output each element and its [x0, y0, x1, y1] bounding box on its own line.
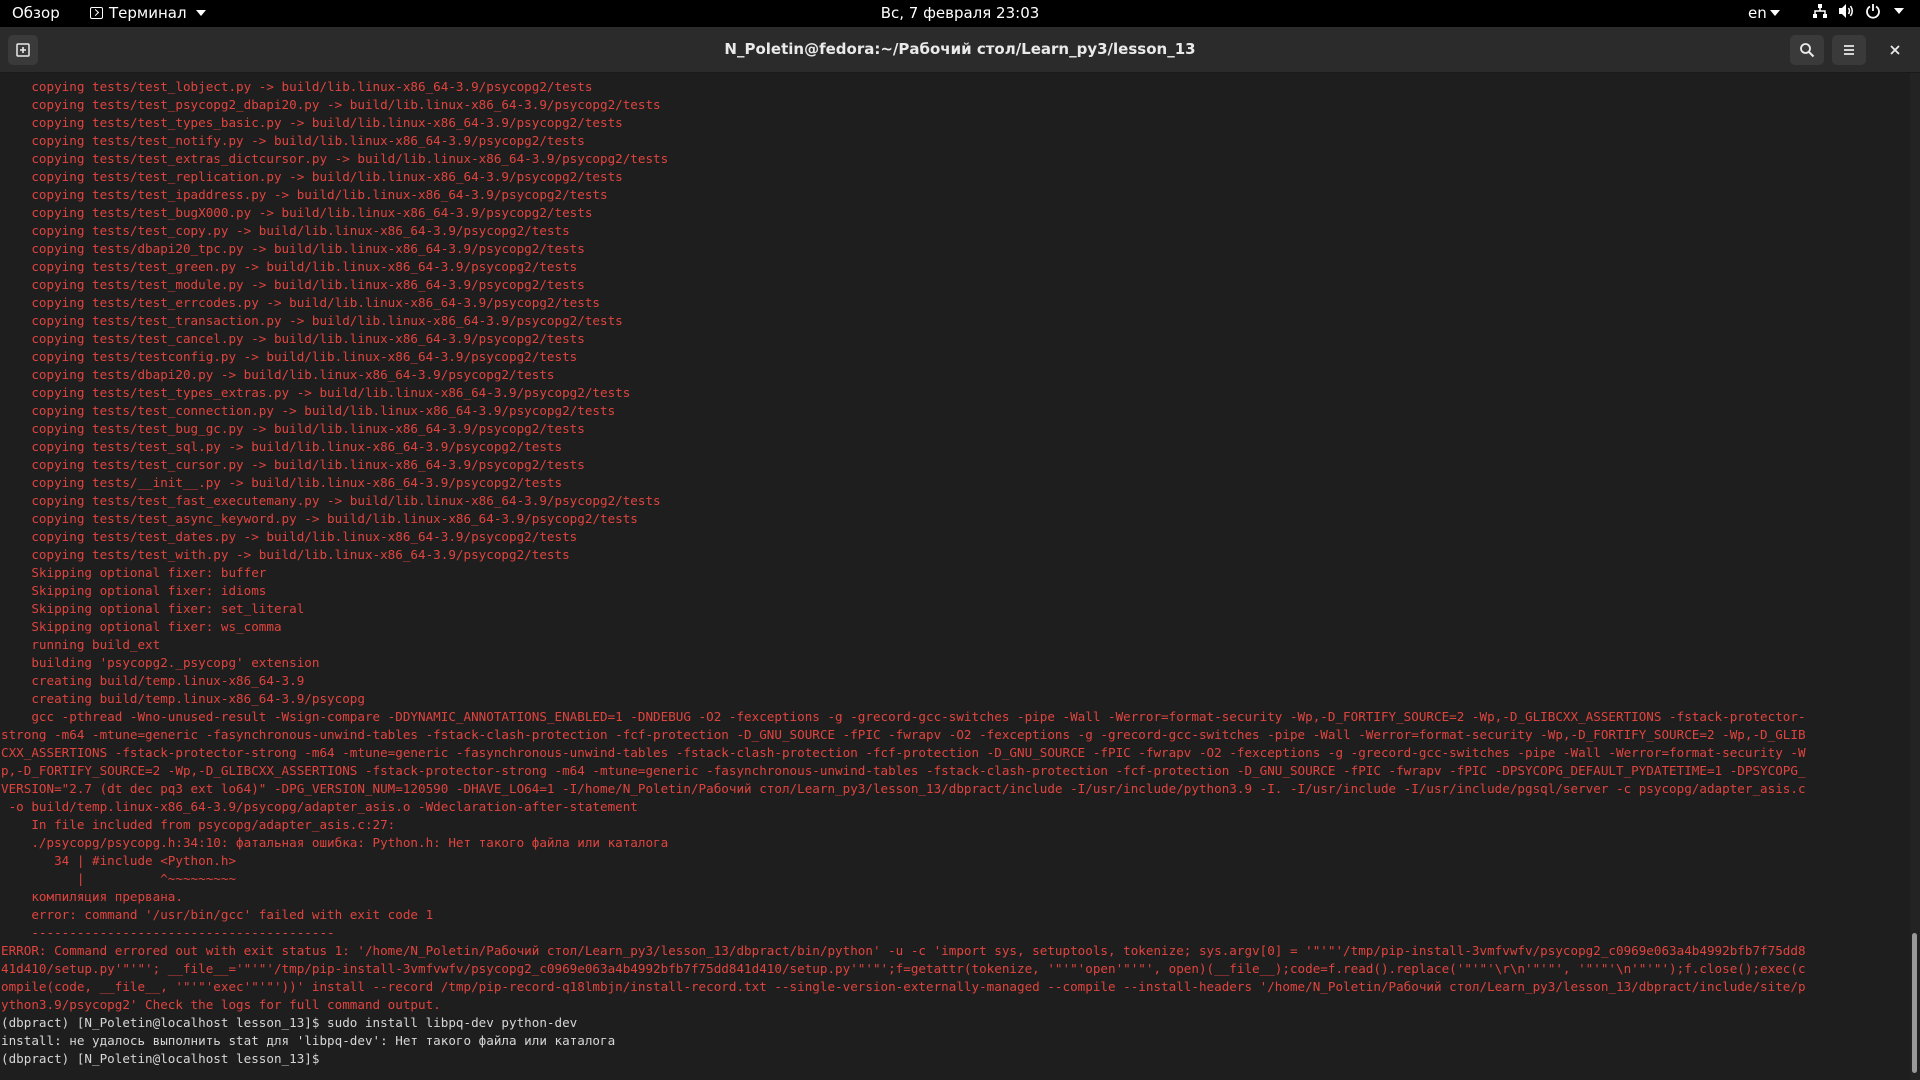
terminal-line: copying tests/test_module.py -> build/li… [1, 277, 585, 292]
terminal-line: copying tests/test_bug_gc.py -> build/li… [1, 421, 585, 436]
terminal-line: copying tests/testconfig.py -> build/lib… [1, 349, 578, 364]
terminal-line: (dbpract) [N_Poletin@localhost lesson_13… [1, 1015, 578, 1030]
terminal-line: copying tests/test_types_extras.py -> bu… [1, 385, 631, 400]
terminal-line: copying tests/test_lobject.py -> build/l… [1, 79, 593, 94]
search-icon [1800, 43, 1815, 58]
power-icon [1866, 4, 1880, 19]
volume-icon [1839, 4, 1853, 18]
terminal-line: Skipping optional fixer: ws_comma [1, 619, 282, 634]
terminal-line: ./psycopg/psycopg.h:34:10: фатальная оши… [1, 835, 669, 850]
terminal-line: building 'psycopg2._psycopg' extension [1, 655, 320, 670]
chevron-down-icon [195, 10, 206, 16]
terminal-line: 34 | #include <Python.h> [1, 853, 237, 868]
terminal-line: copying tests/dbapi20.py -> build/lib.li… [1, 367, 555, 382]
terminal-line: Skipping optional fixer: idioms [1, 583, 267, 598]
terminal-header-bar: N_Poletin@fedora:~/Рабочий стол/Learn_py… [0, 27, 1920, 73]
terminal-line: CXX_ASSERTIONS -fstack-protector-strong … [1, 745, 1806, 760]
gnome-top-bar: Обзор Терминал Вс, 7 февраля 23:03 en [0, 0, 1920, 27]
close-button[interactable] [1878, 35, 1912, 65]
terminal-line: copying tests/test_fast_executemany.py -… [1, 493, 661, 508]
terminal-line: -o build/temp.linux-x86_64-3.9/psycopg/a… [1, 799, 638, 814]
chevron-down-icon [1769, 10, 1780, 16]
terminal-line: copying tests/test_with.py -> build/lib.… [1, 547, 570, 562]
terminal-line: copying tests/test_types_basic.py -> bui… [1, 115, 623, 130]
terminal-line: p,-D_FORTIFY_SOURCE=2 -Wp,-D_GLIBCXX_ASS… [1, 763, 1806, 778]
terminal-line: In file included from psycopg/adapter_as… [1, 817, 396, 832]
app-menu-label: Терминал [109, 4, 187, 22]
search-button[interactable] [1790, 35, 1824, 65]
system-tray[interactable] [1812, 3, 1904, 19]
terminal-line: running build_ext [1, 637, 161, 652]
terminal-line: creating build/temp.linux-x86_64-3.9 [1, 673, 305, 688]
terminal-line: ERROR: Command errored out with exit sta… [1, 943, 1806, 958]
app-menu[interactable]: Терминал [90, 4, 206, 22]
terminal-line: компиляция прервана. [1, 889, 183, 904]
terminal-line: ---------------------------------------- [1, 925, 335, 940]
terminal-line: VERSION="2.7 (dt dec pq3 ext lo64)" -DPG… [1, 781, 1806, 796]
menu-button[interactable] [1832, 35, 1866, 65]
terminal-line: error: command '/usr/bin/gcc' failed wit… [1, 907, 434, 922]
terminal-line: | ^~~~~~~~~~ [1, 871, 237, 886]
clock[interactable]: Вс, 7 февраля 23:03 [881, 4, 1040, 22]
new-tab-icon [16, 43, 30, 57]
window-title: N_Poletin@fedora:~/Рабочий стол/Learn_py… [724, 40, 1196, 58]
terminal-line: copying tests/test_ipaddress.py -> build… [1, 187, 608, 202]
terminal-line: strong -m64 -mtune=generic -fasynchronou… [1, 727, 1806, 742]
close-icon [1890, 45, 1900, 55]
hamburger-menu-icon [1844, 45, 1854, 55]
terminal-line: ompile(code, __file__, '"'"'exec'"'"'))'… [1, 979, 1806, 994]
terminal-line: gcc -pthread -Wno-unused-result -Wsign-c… [1, 709, 1806, 724]
terminal-line: copying tests/test_bugX000.py -> build/l… [1, 205, 593, 220]
scrollbar[interactable] [1910, 73, 1920, 1080]
language-selector[interactable]: en [1748, 4, 1780, 22]
terminal-line: copying tests/test_psycopg2_dbapi20.py -… [1, 97, 661, 112]
chevron-down-icon [1894, 8, 1904, 14]
terminal-line: 41d410/setup.py'"'"'; __file__='"'"'/tmp… [1, 961, 1806, 976]
terminal-line: copying tests/__init__.py -> build/lib.l… [1, 475, 563, 490]
new-tab-button[interactable] [8, 35, 38, 65]
terminal-line: copying tests/dbapi20_tpc.py -> build/li… [1, 241, 585, 256]
terminal-line: copying tests/test_async_keyword.py -> b… [1, 511, 638, 526]
terminal-line: copying tests/test_sql.py -> build/lib.l… [1, 439, 563, 454]
terminal-line: creating build/temp.linux-x86_64-3.9/psy… [1, 691, 365, 706]
network-icon [1813, 4, 1827, 18]
terminal-line: Skipping optional fixer: buffer [1, 565, 267, 580]
terminal-line: copying tests/test_replication.py -> bui… [1, 169, 623, 184]
terminal-line: ython3.9/psycopg2' Check the logs for fu… [1, 997, 441, 1012]
terminal-line: install: не удалось выполнить stat для '… [1, 1033, 616, 1048]
terminal-line: copying tests/test_errcodes.py -> build/… [1, 295, 600, 310]
terminal-line: copying tests/test_cancel.py -> build/li… [1, 331, 585, 346]
language-label: en [1748, 4, 1767, 22]
terminal-line: Skipping optional fixer: set_literal [1, 601, 305, 616]
scrollbar-thumb[interactable] [1912, 933, 1917, 1073]
terminal-line: copying tests/test_dates.py -> build/lib… [1, 529, 578, 544]
terminal-lines: copying tests/test_lobject.py -> build/l… [1, 78, 1907, 1068]
terminal-line: copying tests/test_copy.py -> build/lib.… [1, 223, 570, 238]
terminal-line: copying tests/test_cursor.py -> build/li… [1, 457, 585, 472]
terminal-line: copying tests/test_green.py -> build/lib… [1, 259, 578, 274]
activities-button[interactable]: Обзор [12, 4, 60, 22]
terminal-line: copying tests/test_extras_dictcursor.py … [1, 151, 669, 166]
terminal-output[interactable]: copying tests/test_lobject.py -> build/l… [0, 73, 1910, 1080]
terminal-line: copying tests/test_notify.py -> build/li… [1, 133, 585, 148]
terminal-line: copying tests/test_transaction.py -> bui… [1, 313, 623, 328]
terminal-app-icon [90, 7, 103, 19]
clock-container: Вс, 7 февраля 23:03 [0, 4, 1920, 22]
terminal-line: copying tests/test_connection.py -> buil… [1, 403, 616, 418]
terminal-line: (dbpract) [N_Poletin@localhost lesson_13… [1, 1051, 328, 1066]
